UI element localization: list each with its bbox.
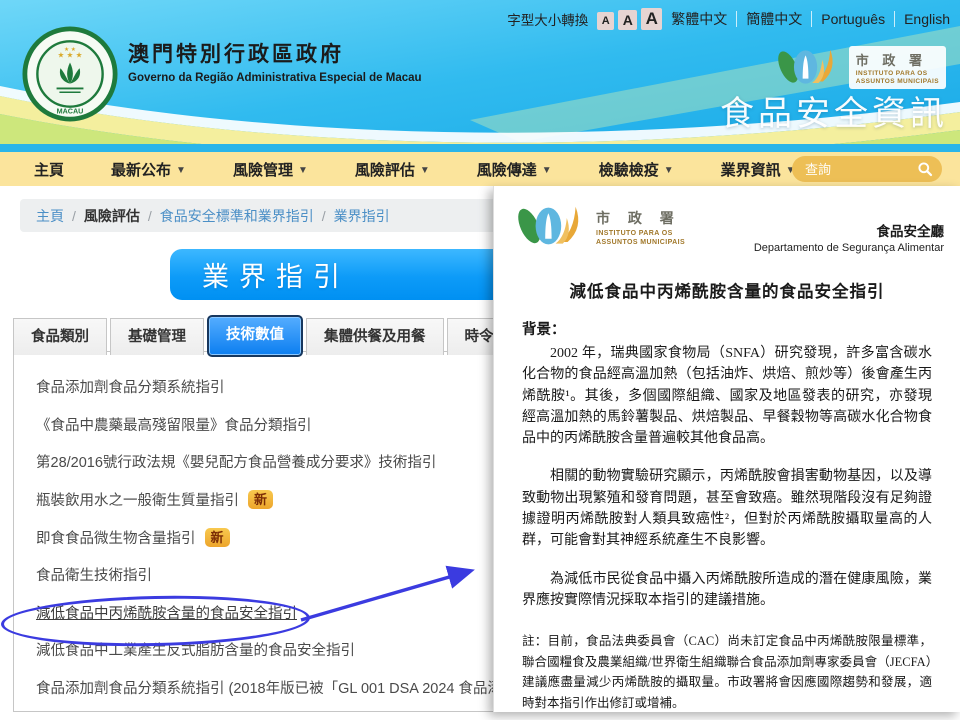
list-item-label: 即食食品微生物含量指引 — [36, 527, 196, 548]
document-panel: 市 政 署 INSTITUTO PARA OS ASSUNTOS MUNICIP… — [493, 186, 960, 712]
tab-bar: 食品類別基礎管理技術數值集體供餐及用餐時令食品 — [13, 315, 541, 355]
doc-dept-pt: Departamento de Segurança Alimentar — [754, 242, 944, 254]
nav-item-label: 主頁 — [34, 159, 64, 180]
new-badge: 新 — [205, 528, 230, 547]
font-size-label: 字型大小轉換 — [507, 9, 588, 29]
gov-title-pt: Governo da Região Administrativa Especia… — [128, 72, 422, 84]
nav-item-2[interactable]: 最新公布 ▼ — [111, 159, 186, 180]
nav-item-4[interactable]: 風險評估 ▼ — [355, 159, 430, 180]
chevron-down-icon: ▼ — [542, 165, 552, 176]
main-nav: 主頁 最新公布 ▼ 風險管理 ▼ 風險評估 ▼ 風險傳達 ▼ 檢驗檢疫 ▼ 業界資訊▼ — [0, 152, 960, 186]
language-link-4[interactable]: English — [904, 11, 950, 27]
iam-logo-pt1: INSTITUTO PARA OS — [856, 70, 939, 77]
doc-department: 食品安全廳 Departamento de Segurança Alimenta… — [754, 220, 944, 254]
nav-item-label: 業界資訊 — [721, 159, 781, 180]
language-link-2[interactable]: 簡體中文 — [746, 9, 802, 29]
iam-leaves-icon — [508, 194, 592, 258]
chevron-down-icon: ▼ — [176, 165, 186, 176]
document-header: 市 政 署 INSTITUTO PARA OS ASSUNTOS MUNICIP… — [494, 186, 960, 266]
gov-title-zh: 澳門特別行政區政府 — [128, 38, 422, 68]
list-item-label: 瓶裝飲用水之一般衛生質量指引 — [36, 489, 239, 510]
font-size-buttons: AAA — [597, 8, 662, 30]
tab-3[interactable]: 技術數值 — [207, 315, 303, 357]
page-title: 業界指引 — [202, 255, 350, 294]
language-link-3[interactable]: Português — [821, 11, 885, 27]
breadcrumb-item-4[interactable]: 業界指引 — [334, 206, 390, 226]
iam-logo-pt2: ASSUNTOS MUNICIPAIS — [856, 78, 939, 85]
new-badge: 新 — [248, 490, 273, 509]
doc-paragraph-2: 相關的動物實驗研究顯示，丙烯酰胺會損害動物基因，以及導致動物出現繁殖和發育問題，… — [522, 466, 932, 551]
chevron-down-icon: ▼ — [298, 165, 308, 176]
tab-2[interactable]: 基礎管理 — [110, 318, 204, 355]
list-item-label: 食品添加劑食品分類系統指引 — [36, 376, 225, 397]
nav-item-1[interactable]: 主頁 — [34, 159, 64, 180]
doc-paragraphs: 2002 年，瑞典國家食物局（SNFA）研究發現，許多富含碳水化合物的食品經高溫… — [522, 343, 932, 611]
nav-items: 主頁 最新公布 ▼ 風險管理 ▼ 風險評估 ▼ 風險傳達 ▼ 檢驗檢疫 ▼ 業界資訊▼ — [0, 159, 796, 180]
doc-iam-logo-text: 市 政 署 INSTITUTO PARA OS ASSUNTOS MUNICIP… — [596, 208, 685, 246]
list-item-label: 《食品中農藥最高殘留限量》食品分類指引 — [36, 414, 312, 435]
breadcrumb-separator: / — [322, 208, 326, 224]
breadcrumb-item-1[interactable]: 主頁 — [36, 206, 64, 226]
tab-4[interactable]: 集體供餐及用餐 — [306, 318, 444, 355]
language-divider — [736, 11, 737, 27]
doc-iam-zh: 市 政 署 — [596, 208, 685, 228]
svg-text:★ ★: ★ ★ — [64, 46, 76, 53]
doc-paragraph-1: 2002 年，瑞典國家食物局（SNFA）研究發現，許多富含碳水化合物的食品經高溫… — [522, 343, 932, 449]
nav-item-label: 最新公布 — [111, 159, 171, 180]
list-item-label: 第28/2016號行政法規《嬰兒配方食品營養成分要求》技術指引 — [36, 451, 436, 472]
chevron-down-icon: ▼ — [664, 165, 674, 176]
list-item-label: 減低食品中丙烯酰胺含量的食品安全指引 — [36, 602, 297, 623]
macau-government-logo: ★ ★ ★ ★ ★ MACAU — [22, 26, 118, 122]
tab-1[interactable]: 食品類別 — [13, 318, 107, 355]
doc-paragraph-3: 為減低市民從食品中攝入丙烯酰胺所造成的潛在健康風險，業界應按實際情況採取本指引的… — [522, 569, 932, 612]
breadcrumb-item-2: 風險評估 — [84, 206, 140, 226]
list-item-label: 減低食品中工業產生反式脂肪含量的食品安全指引 — [36, 639, 355, 660]
doc-note: 註：目前，食品法典委員會（CAC）尚未訂定食品中丙烯酰胺限量標準，聯合國糧食及農… — [522, 631, 932, 713]
iam-logo-zh: 市 政 署 — [856, 50, 939, 69]
language-links: 繁體中文簡體中文 Português English — [671, 9, 950, 29]
utility-bar: 字型大小轉換 AAA 繁體中文簡體中文PortuguêsEnglish — [507, 8, 950, 30]
language-divider — [894, 11, 895, 27]
nav-item-label: 風險評估 — [355, 159, 415, 180]
list-item-label: 食品添加劑食品分類系統指引 (2018年版已被「GL 001 DSA 2024 … — [36, 677, 546, 698]
nav-item-3[interactable]: 風險管理 ▼ — [233, 159, 308, 180]
nav-item-label: 檢驗檢疫 — [599, 159, 659, 180]
nav-item-5[interactable]: 風險傳達 ▼ — [477, 159, 552, 180]
language-divider — [811, 11, 812, 27]
site-header: ★ ★ ★ ★ ★ MACAU 澳門特別行政區政府 Governo da Reg… — [0, 0, 960, 152]
nav-item-label: 風險傳達 — [477, 159, 537, 180]
list-item-label: 食品衛生技術指引 — [36, 564, 152, 585]
search-box — [792, 156, 942, 182]
font-size-button-3[interactable]: A — [641, 8, 662, 30]
language-link-1[interactable]: 繁體中文 — [671, 9, 727, 29]
breadcrumb-item-3[interactable]: 食品安全標準和業界指引 — [160, 206, 314, 226]
search-icon[interactable] — [917, 161, 933, 177]
nav-item-6[interactable]: 檢驗檢疫 ▼ — [599, 159, 674, 180]
breadcrumb-separator: / — [72, 208, 76, 224]
doc-body: 背景： 2002 年，瑞典國家食物局（SNFA）研究發現，許多富含碳水化合物的食… — [494, 318, 960, 714]
doc-iam-pt1: INSTITUTO PARA OS — [596, 230, 685, 237]
doc-section-heading: 背景： — [522, 318, 932, 339]
doc-dept-zh: 食品安全廳 — [754, 220, 944, 240]
breadcrumb-separator: / — [148, 208, 152, 224]
font-size-button-2[interactable]: A — [618, 10, 637, 30]
gov-titles: 澳門特別行政區政府 Governo da Região Administrati… — [128, 38, 422, 84]
chevron-down-icon: ▼ — [420, 165, 430, 176]
font-size-button-1[interactable]: A — [597, 12, 614, 30]
nav-item-label: 風險管理 — [233, 159, 293, 180]
svg-text:MACAU: MACAU — [57, 106, 84, 115]
iam-logo-text: 市 政 署 INSTITUTO PARA OS ASSUNTOS MUNICIP… — [849, 46, 946, 89]
doc-title: 減低食品中丙烯酰胺含量的食品安全指引 — [494, 278, 960, 302]
doc-iam-pt2: ASSUNTOS MUNICIPAIS — [596, 239, 685, 246]
site-title: 食品安全資訊 — [720, 86, 948, 135]
nav-item-7[interactable]: 業界資訊▼ — [721, 159, 796, 180]
